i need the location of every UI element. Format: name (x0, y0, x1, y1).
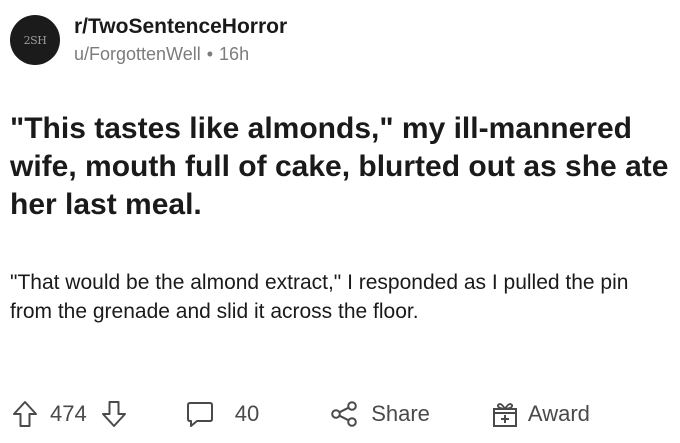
share-label: Share (371, 401, 430, 426)
gift-award-icon (490, 399, 520, 429)
byline: u/ForgottenWell • 16h (74, 42, 287, 66)
post-age: 16h (219, 44, 250, 64)
upvote-arrow-icon[interactable] (12, 400, 38, 428)
post-body: "That would be the almond extract," I re… (10, 271, 629, 323)
action-bar: 474 40 Share Award (12, 394, 672, 434)
byline-separator: • (206, 44, 214, 64)
comment-count: 40 (234, 401, 260, 426)
comments-button[interactable]: 40 (185, 400, 259, 428)
share-button[interactable]: Share (329, 400, 430, 428)
comment-bubble-icon (185, 400, 215, 428)
vote-count: 474 (50, 401, 87, 426)
downvote-arrow-icon[interactable] (101, 400, 127, 428)
author-link[interactable]: u/ForgottenWell (74, 44, 201, 64)
subreddit-avatar[interactable]: 2SH (10, 15, 60, 65)
post-meta: r/TwoSentenceHorror u/ForgottenWell • 16h (74, 14, 287, 66)
post-title[interactable]: "This tastes like almonds," my ill-manne… (10, 110, 675, 224)
vote-group: 474 (12, 400, 127, 428)
post-header: 2SH r/TwoSentenceHorror u/ForgottenWell •… (10, 14, 287, 66)
post-card: 2SH r/TwoSentenceHorror u/ForgottenWell •… (0, 0, 680, 443)
share-icon (329, 400, 359, 428)
avatar-label: 2SH (23, 33, 47, 47)
award-label: Award (527, 401, 590, 426)
subreddit-link[interactable]: r/TwoSentenceHorror (74, 14, 287, 40)
award-button[interactable]: Award (490, 399, 590, 429)
